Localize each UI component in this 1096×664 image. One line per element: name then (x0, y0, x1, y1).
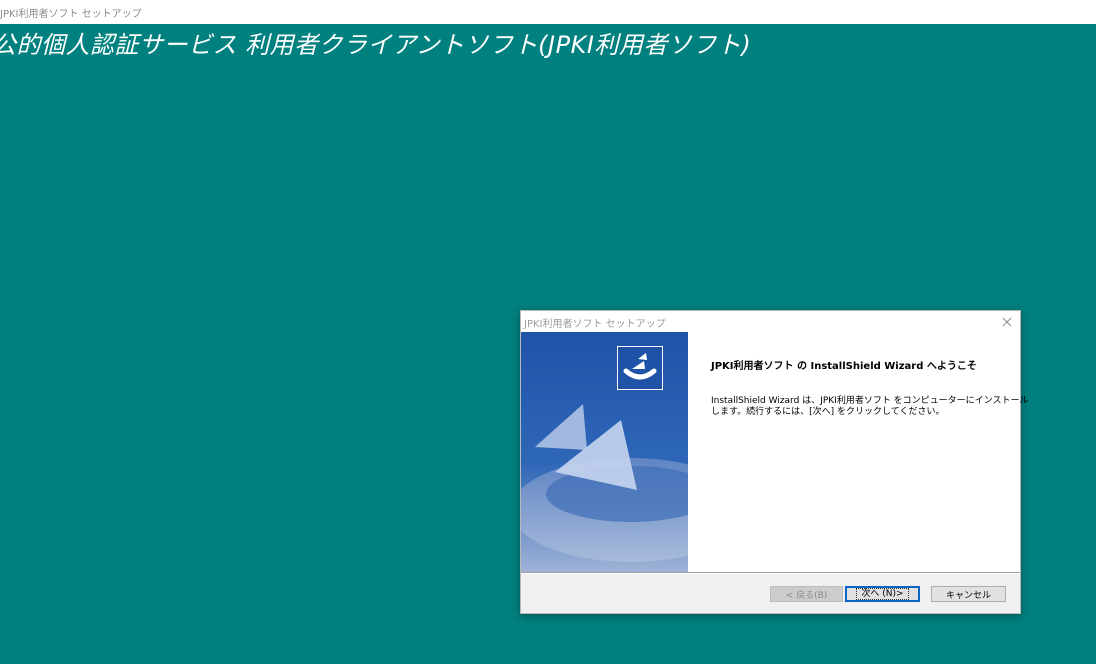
cancel-button[interactable]: キャンセル (931, 586, 1006, 602)
setup-dialog: JPKI利用者ソフト セットアップ JPKI利用者ソフト の InstallSh… (520, 310, 1029, 614)
welcome-description-line-1: InstallShield Wizard は、JPKI利用者ソフト をコンピュー… (711, 396, 1029, 406)
setup-banner-title: 公的個人認証サービス 利用者クライアントソフト(JPKI利用者ソフト) (0, 31, 752, 59)
welcome-heading: JPKI利用者ソフト の InstallShield Wizard へようこそ (711, 361, 977, 372)
next-button[interactable]: 次へ (N)> (845, 586, 920, 602)
close-button[interactable] (998, 313, 1016, 330)
back-button[interactable]: < 戻る(B) (770, 586, 843, 602)
cancel-button-label: キャンセル (945, 590, 991, 601)
welcome-description-line-2: します。続行するには、[次へ] をクリックしてください。 (711, 407, 945, 417)
dialog-title: JPKI利用者ソフト セットアップ (524, 319, 666, 330)
wizard-content: JPKI利用者ソフト の InstallShield Wizard へようこそ … (521, 332, 1029, 572)
wizard-side-banner (521, 332, 688, 572)
next-button-label: 次へ (N)> (856, 588, 909, 600)
back-button-label: < 戻る(B) (785, 590, 828, 601)
window-title: JPKI利用者ソフト セットアップ (0, 9, 142, 20)
close-icon (1002, 317, 1012, 326)
window-title-bar: JPKI利用者ソフト セットアップ (0, 0, 1096, 24)
dialog-title-bar[interactable]: JPKI利用者ソフト セットアップ (521, 311, 1020, 332)
installshield-logo-icon (617, 346, 663, 390)
footer-separator-highlight (521, 573, 1020, 574)
welcome-description: InstallShield Wizard は、JPKI利用者ソフト をコンピュー… (711, 396, 1029, 418)
